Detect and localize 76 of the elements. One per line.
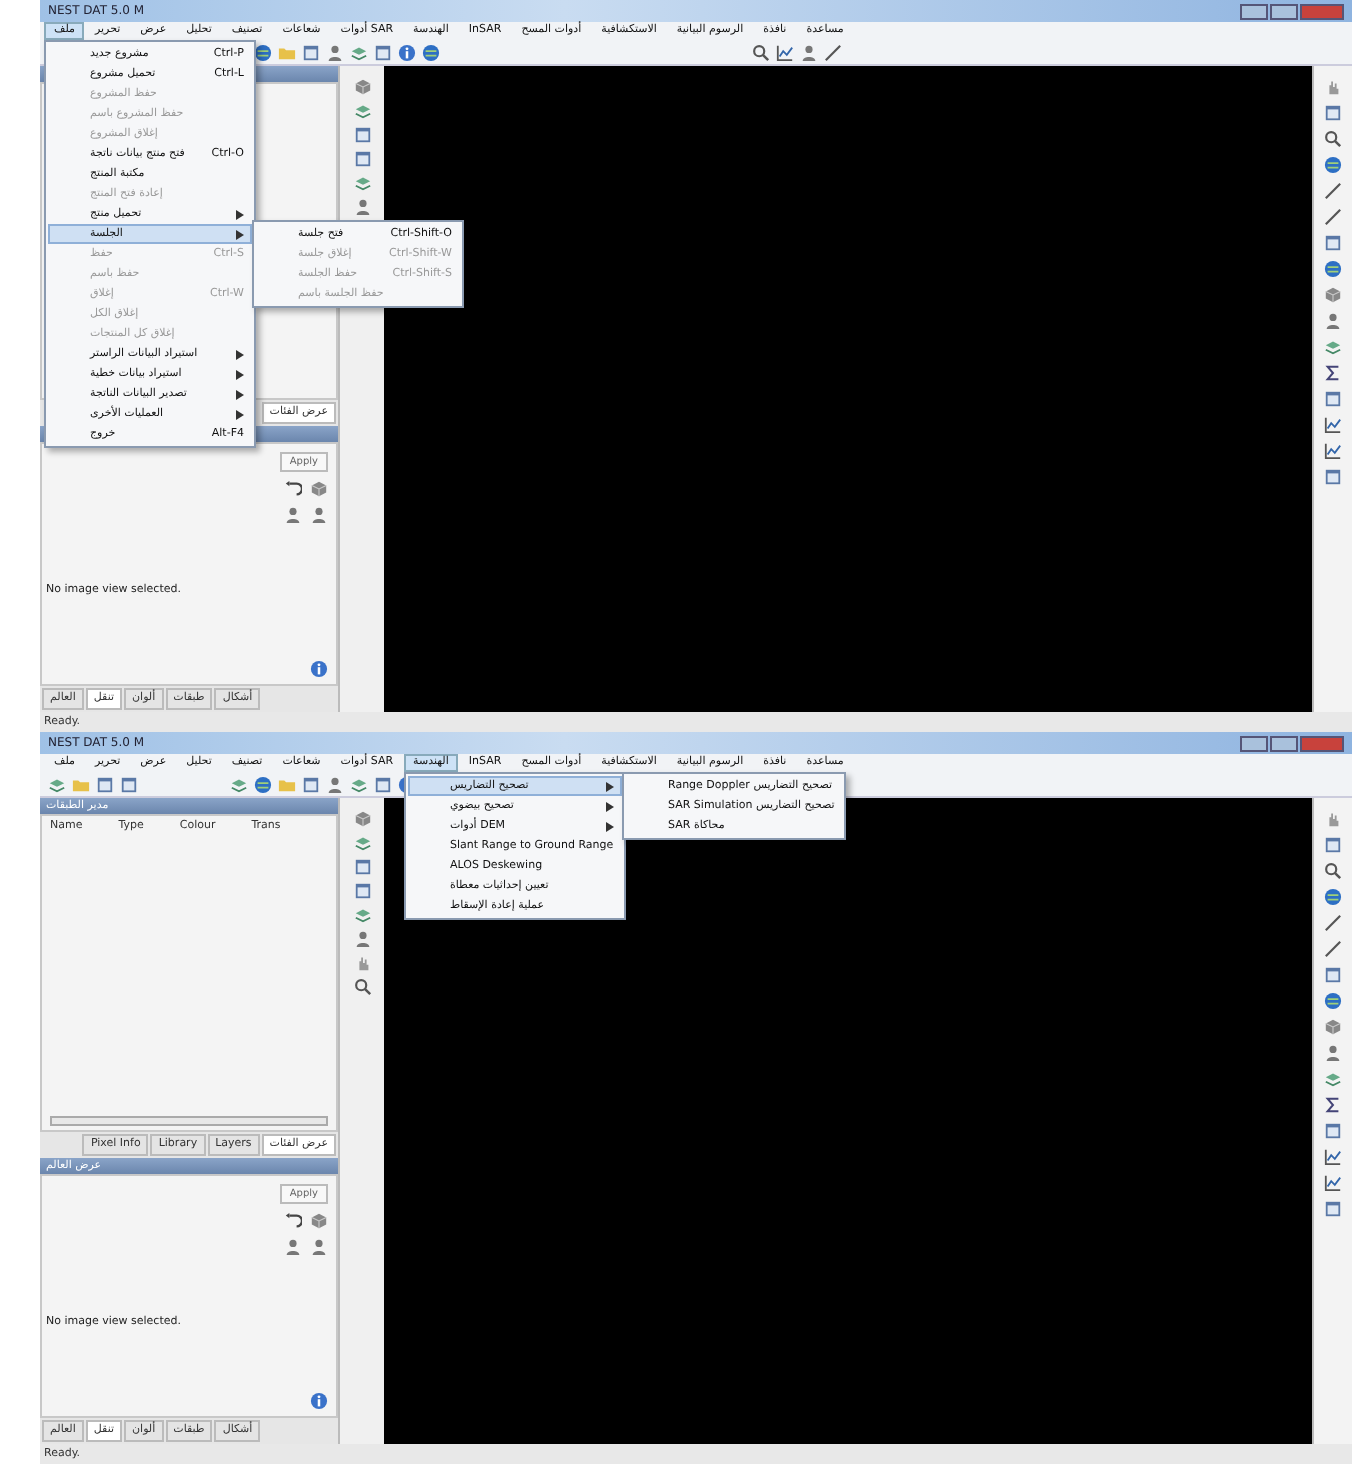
cube-icon[interactable] xyxy=(310,1212,328,1230)
layers-icon[interactable] xyxy=(353,102,371,120)
window-icon[interactable] xyxy=(1324,1122,1342,1140)
line-icon[interactable] xyxy=(1324,940,1342,958)
undo-icon[interactable] xyxy=(284,1212,302,1230)
window-icon[interactable] xyxy=(1324,1200,1342,1218)
cube-icon[interactable] xyxy=(353,810,371,828)
info-icon[interactable] xyxy=(310,1392,328,1411)
person-icon[interactable] xyxy=(353,930,371,948)
line-icon[interactable] xyxy=(1324,914,1342,932)
person-icon[interactable] xyxy=(353,198,371,216)
window-icon[interactable] xyxy=(302,775,320,793)
undo-icon[interactable] xyxy=(284,480,302,498)
cube-icon[interactable] xyxy=(1324,1018,1342,1036)
chart-icon[interactable] xyxy=(1324,1174,1342,1192)
info-icon[interactable] xyxy=(398,43,416,61)
window-icon[interactable] xyxy=(1324,836,1342,854)
layers-icon[interactable] xyxy=(350,775,368,793)
globe-icon[interactable] xyxy=(1324,992,1342,1010)
person-icon[interactable] xyxy=(1324,1044,1342,1062)
person-icon[interactable] xyxy=(310,1238,328,1256)
line-icon[interactable] xyxy=(824,43,842,61)
person-icon[interactable] xyxy=(800,43,818,61)
layers-icon[interactable] xyxy=(1324,338,1342,356)
layers-icon[interactable] xyxy=(353,906,371,924)
globe-icon[interactable] xyxy=(254,775,272,793)
cube-icon[interactable] xyxy=(353,78,371,96)
hand-icon[interactable] xyxy=(1324,78,1342,96)
magnifier-icon[interactable] xyxy=(1324,130,1342,148)
minimize-button[interactable] xyxy=(1240,3,1268,19)
maximize-button[interactable] xyxy=(1270,735,1298,751)
info-icon[interactable] xyxy=(310,660,328,679)
layers-icon[interactable] xyxy=(48,775,66,793)
window-icon[interactable] xyxy=(1324,104,1342,122)
cube-icon[interactable] xyxy=(1324,286,1342,304)
layers-icon[interactable] xyxy=(353,174,371,192)
layers-icon[interactable] xyxy=(230,775,248,793)
window-icon[interactable] xyxy=(1324,966,1342,984)
window-icon[interactable] xyxy=(374,775,392,793)
globe-icon[interactable] xyxy=(1324,260,1342,278)
window-icon[interactable] xyxy=(374,43,392,61)
minimize-button[interactable] xyxy=(1240,735,1268,751)
person-icon[interactable] xyxy=(1324,312,1342,330)
window-icon[interactable] xyxy=(1324,390,1342,408)
layers-icon[interactable] xyxy=(1324,1070,1342,1088)
maximize-button[interactable] xyxy=(1270,3,1298,19)
layers-icon[interactable] xyxy=(350,43,368,61)
person-icon[interactable] xyxy=(326,775,344,793)
sum-icon[interactable] xyxy=(1324,364,1342,382)
window-icon[interactable] xyxy=(1324,234,1342,252)
window-icon[interactable] xyxy=(1324,468,1342,486)
cube-icon[interactable] xyxy=(310,480,328,498)
chart-icon[interactable] xyxy=(1324,442,1342,460)
close-button[interactable] xyxy=(1300,3,1344,19)
globe-icon[interactable] xyxy=(1324,156,1342,174)
scrollbar[interactable] xyxy=(50,1116,328,1127)
layers-icon[interactable] xyxy=(353,834,371,852)
globe-icon[interactable] xyxy=(1324,888,1342,906)
hand-icon[interactable] xyxy=(353,954,371,972)
globe-icon[interactable] xyxy=(422,43,440,61)
magnifier-icon[interactable] xyxy=(353,978,371,996)
chart-icon[interactable] xyxy=(1324,1148,1342,1166)
person-icon[interactable] xyxy=(326,43,344,61)
hand-icon[interactable] xyxy=(1324,810,1342,828)
person-icon[interactable] xyxy=(284,506,302,524)
magnifier-icon[interactable] xyxy=(752,43,770,61)
magnifier-icon[interactable] xyxy=(1324,862,1342,880)
chart-icon[interactable] xyxy=(1324,416,1342,434)
window-icon[interactable] xyxy=(302,43,320,61)
line-icon[interactable] xyxy=(1324,182,1342,200)
chart-icon[interactable] xyxy=(776,43,794,61)
person-icon[interactable] xyxy=(310,506,328,524)
line-icon[interactable] xyxy=(1324,208,1342,226)
person-icon[interactable] xyxy=(284,1238,302,1256)
sum-icon[interactable] xyxy=(1324,1096,1342,1114)
close-button[interactable] xyxy=(1300,735,1344,751)
